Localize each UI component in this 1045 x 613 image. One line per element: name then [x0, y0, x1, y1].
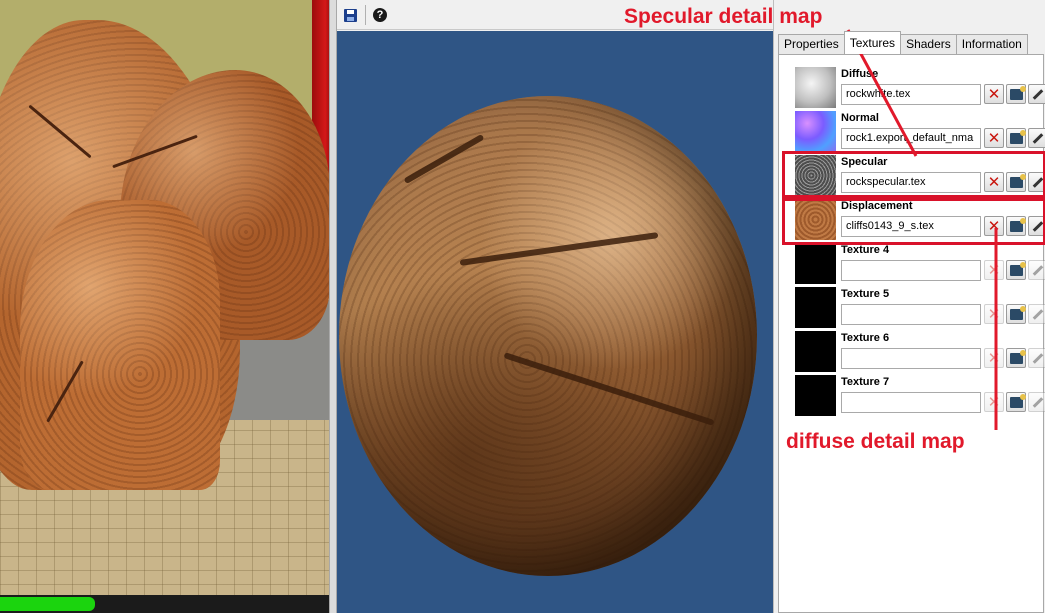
clear-button[interactable]: ✕	[984, 304, 1004, 324]
tab-shaders[interactable]: Shaders	[900, 34, 957, 54]
browse-icon	[1009, 85, 1026, 100]
texture-thumbnail[interactable]	[795, 111, 836, 152]
texture-row-texture-7: Texture 7 ✕	[791, 373, 1045, 417]
material-preview[interactable]	[337, 31, 773, 613]
sphere-crack	[503, 352, 715, 426]
texture-row-diffuse: Diffuse rockwhite.tex ✕	[791, 65, 1045, 109]
edit-icon	[1032, 352, 1044, 364]
texture-row-normal: Normal rock1.export_default_nma ✕	[791, 109, 1045, 153]
clear-button[interactable]: ✕	[984, 84, 1004, 104]
texture-path-field[interactable]: rock1.export_default_nma	[841, 128, 981, 149]
texture-thumbnail[interactable]	[795, 375, 836, 416]
edit-button[interactable]	[1028, 304, 1045, 324]
tab-bar: Properties Textures Shaders Information	[778, 31, 1028, 54]
viewport-status-bar	[0, 595, 333, 613]
texture-thumbnail[interactable]	[795, 287, 836, 328]
browse-icon	[1009, 349, 1026, 364]
texture-path-field[interactable]	[841, 260, 981, 281]
properties-panel: Properties Textures Shaders Information Dif…	[773, 0, 1045, 613]
texture-label: Texture 4	[841, 244, 890, 256]
tab-textures[interactable]: Textures	[843, 31, 902, 54]
clear-icon: ✕	[987, 349, 1001, 367]
material-sphere	[339, 96, 757, 576]
texture-label: Texture 7	[841, 376, 890, 388]
texture-row-texture-5: Texture 5 ✕	[791, 285, 1045, 329]
browse-icon	[1009, 129, 1026, 144]
texture-thumbnail[interactable]	[795, 67, 836, 108]
edit-icon	[1032, 88, 1044, 100]
panel-splitter[interactable]	[329, 0, 337, 613]
save-icon	[343, 8, 357, 22]
edit-button[interactable]	[1028, 392, 1045, 412]
edit-button[interactable]	[1028, 128, 1045, 148]
texture-path-field[interactable]	[841, 304, 981, 325]
texture-thumbnail[interactable]	[795, 331, 836, 372]
clear-button[interactable]: ✕	[984, 348, 1004, 368]
toolbar-separator	[365, 5, 366, 25]
help-button[interactable]: ?	[371, 6, 389, 24]
sphere-crack	[403, 133, 485, 185]
browse-button[interactable]	[1006, 304, 1026, 324]
edit-icon	[1032, 396, 1044, 408]
specular-highlight-box	[782, 151, 1045, 198]
clear-icon: ✕	[987, 305, 1001, 323]
green-indicator	[0, 597, 95, 611]
browse-icon	[1009, 305, 1026, 320]
save-button[interactable]	[341, 6, 359, 24]
browse-button[interactable]	[1006, 348, 1026, 368]
clear-icon: ✕	[987, 261, 1001, 279]
texture-label: Normal	[841, 112, 879, 124]
specular-annotation: Specular detail map	[624, 5, 823, 28]
clear-icon: ✕	[987, 393, 1001, 411]
browse-button[interactable]	[1006, 128, 1026, 148]
rock-model	[20, 200, 220, 490]
texture-path-field[interactable]: rockwhite.tex	[841, 84, 981, 105]
clear-button[interactable]: ✕	[984, 392, 1004, 412]
diffuse-annotation: diffuse detail map	[786, 430, 965, 453]
browse-button[interactable]	[1006, 260, 1026, 280]
edit-icon	[1032, 264, 1044, 276]
tab-information[interactable]: Information	[955, 34, 1028, 54]
scene-viewport[interactable]	[0, 0, 333, 613]
edit-button[interactable]	[1028, 348, 1045, 368]
clear-icon: ✕	[987, 129, 1001, 147]
texture-row-texture-4: Texture 4 ✕	[791, 241, 1045, 285]
sphere-crack	[459, 232, 659, 266]
displacement-highlight-box	[782, 198, 1045, 245]
clear-icon: ✕	[987, 85, 1001, 103]
tab-properties[interactable]: Properties	[778, 34, 845, 54]
texture-row-texture-6: Texture 6 ✕	[791, 329, 1045, 373]
textures-tab-content: Diffuse rockwhite.tex ✕ Normal rock1.export_…	[778, 54, 1045, 613]
clear-button[interactable]: ✕	[984, 128, 1004, 148]
edit-button[interactable]	[1028, 84, 1045, 104]
browse-icon	[1009, 261, 1026, 276]
texture-label: Texture 5	[841, 288, 890, 300]
help-icon: ?	[373, 8, 387, 22]
edit-icon	[1032, 308, 1044, 320]
texture-thumbnail[interactable]	[795, 243, 836, 284]
browse-icon	[1009, 393, 1026, 408]
edit-icon	[1032, 132, 1044, 144]
clear-button[interactable]: ✕	[984, 260, 1004, 280]
browse-button[interactable]	[1006, 84, 1026, 104]
texture-path-field[interactable]	[841, 348, 981, 369]
texture-path-field[interactable]	[841, 392, 981, 413]
edit-button[interactable]	[1028, 260, 1045, 280]
texture-label: Texture 6	[841, 332, 890, 344]
texture-label: Diffuse	[841, 68, 879, 80]
browse-button[interactable]	[1006, 392, 1026, 412]
